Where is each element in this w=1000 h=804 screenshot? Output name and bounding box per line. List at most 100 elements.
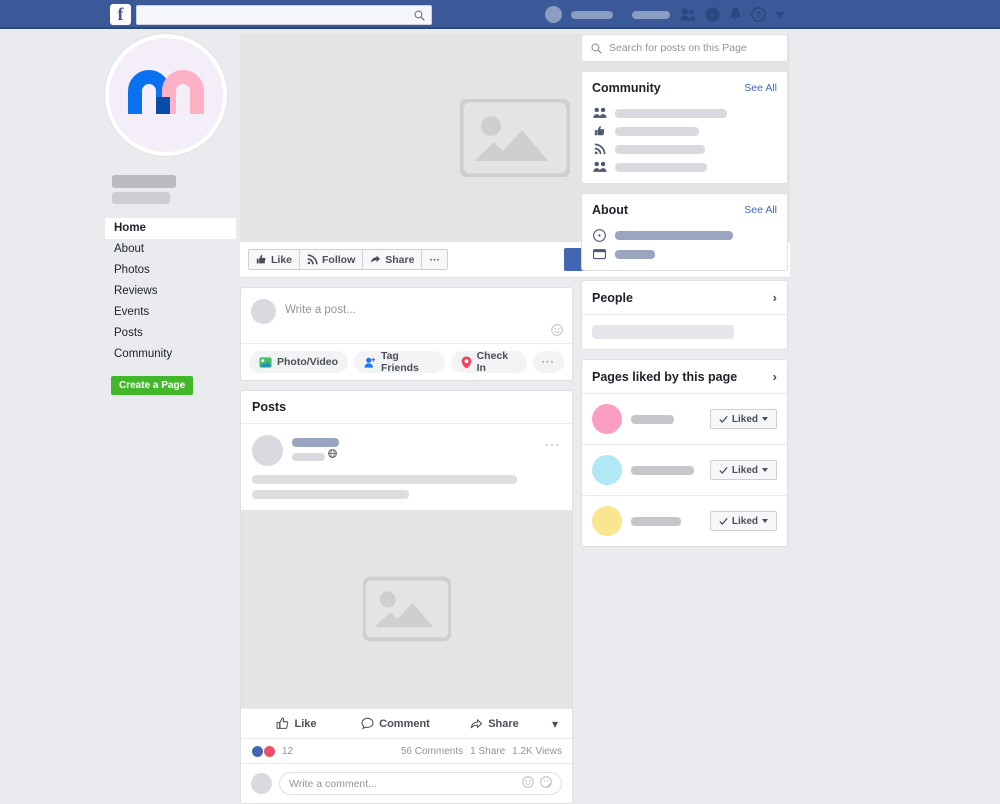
check-in-button[interactable]: Check In bbox=[450, 350, 527, 374]
search-posts-input[interactable]: Search for posts on this Page bbox=[581, 34, 788, 62]
composer-emoji-button[interactable] bbox=[241, 324, 572, 343]
like-page-button[interactable]: Like bbox=[248, 249, 301, 270]
emoji-icon bbox=[551, 324, 563, 336]
chevron-right-icon[interactable]: › bbox=[773, 369, 777, 384]
share-arrow-icon bbox=[470, 719, 483, 729]
sidebar-item-posts[interactable]: Posts bbox=[105, 323, 236, 344]
post-action-row: Like Comment Share ▾ bbox=[241, 708, 572, 738]
post-share-button[interactable]: Share bbox=[445, 717, 544, 730]
about-row-bar bbox=[615, 231, 733, 240]
post-timestamp-placeholder bbox=[292, 452, 325, 461]
page-action-group: Like Follow Share ··· bbox=[248, 249, 448, 270]
tag-friends-button[interactable]: Tag Friends bbox=[354, 350, 445, 374]
post-share-label: Share bbox=[488, 717, 519, 730]
create-a-page-button[interactable]: Create a Page bbox=[111, 376, 194, 395]
liked-page-avatar[interactable] bbox=[592, 455, 622, 485]
sidebar-item-events[interactable]: Events bbox=[105, 302, 236, 323]
thumbs-up-icon bbox=[592, 125, 607, 137]
post-reactions[interactable]: 12 bbox=[251, 744, 293, 758]
page-profile-picture[interactable] bbox=[105, 34, 227, 156]
liked-label: Liked bbox=[731, 413, 758, 425]
photo-video-button[interactable]: Photo/Video bbox=[249, 351, 349, 373]
pages-liked-card: Pages liked by this page › Liked Liked L… bbox=[581, 359, 788, 547]
about-card-header: About See All bbox=[582, 194, 787, 226]
posts-card: Posts ··· Like Comment Share ▾ 12 56 Com… bbox=[240, 390, 573, 804]
composer-input[interactable]: Write a post... bbox=[285, 299, 356, 324]
notifications-icon[interactable] bbox=[729, 7, 742, 22]
sidebar-item-reviews[interactable]: Reviews bbox=[105, 281, 236, 302]
comment-bubble-icon bbox=[361, 717, 374, 730]
chevron-right-icon[interactable]: › bbox=[773, 290, 777, 305]
like-page-label: Like bbox=[271, 253, 293, 266]
post-stats-row: 12 56 Comments 1 Share 1.2K Views bbox=[241, 738, 572, 763]
liked-page-avatar[interactable] bbox=[592, 506, 622, 536]
messenger-icon[interactable] bbox=[705, 7, 720, 22]
emoji-icon[interactable] bbox=[522, 776, 534, 791]
post-item: ··· Like Comment Share ▾ 12 56 Comments … bbox=[241, 423, 572, 803]
people-card-body bbox=[582, 314, 787, 349]
post-time-row bbox=[292, 447, 339, 461]
page-icon bbox=[592, 248, 607, 260]
search-posts-placeholder: Search for posts on this Page bbox=[609, 42, 747, 54]
post-menu-button[interactable]: ··· bbox=[545, 437, 562, 451]
rss-icon bbox=[307, 254, 318, 265]
account-name-placeholder bbox=[571, 10, 613, 19]
about-row-bar bbox=[615, 249, 655, 259]
sidebar-item-home[interactable]: Home bbox=[105, 218, 236, 239]
post-comments-count[interactable]: 56 Comments bbox=[401, 746, 463, 757]
post-author-name-placeholder bbox=[292, 438, 339, 447]
image-placeholder-icon bbox=[460, 99, 570, 177]
post-stat-counts: 56 Comments 1 Share 1.2K Views bbox=[401, 746, 562, 757]
post-comment-label: Comment bbox=[379, 717, 430, 730]
check-icon bbox=[719, 415, 728, 423]
comment-composer-row: Write a comment... bbox=[241, 763, 572, 803]
page-category-placeholder bbox=[112, 192, 170, 204]
composer-top-row: Write a post... bbox=[241, 288, 572, 324]
composer-more-button[interactable]: ··· bbox=[532, 351, 564, 373]
post-author-meta bbox=[292, 435, 339, 466]
sidebar-item-photos[interactable]: Photos bbox=[105, 260, 236, 281]
pages-liked-card-header[interactable]: Pages liked by this page › bbox=[582, 360, 787, 393]
sticker-icon[interactable] bbox=[540, 776, 552, 791]
account-avatar[interactable] bbox=[545, 6, 562, 23]
facebook-logo[interactable]: f bbox=[110, 4, 131, 25]
right-sidebar: Search for posts on this Page Community … bbox=[581, 34, 788, 547]
account-menu-caret[interactable] bbox=[775, 11, 785, 18]
liked-page-avatar[interactable] bbox=[592, 404, 622, 434]
post-image[interactable] bbox=[241, 510, 572, 708]
liked-toggle-button[interactable]: Liked bbox=[709, 409, 777, 429]
community-see-all-link[interactable]: See All bbox=[744, 82, 777, 94]
follow-page-button[interactable]: Follow bbox=[300, 249, 364, 270]
photo-video-label: Photo/Video bbox=[277, 356, 339, 368]
chevron-down-icon bbox=[762, 468, 768, 472]
post-shares-count[interactable]: 1 Share bbox=[470, 746, 505, 757]
liked-toggle-button[interactable]: Liked bbox=[709, 511, 777, 531]
post-author-avatar[interactable] bbox=[252, 435, 283, 466]
post-like-button[interactable]: Like bbox=[247, 717, 346, 730]
post-actions-dropdown-caret[interactable]: ▾ bbox=[544, 717, 566, 731]
tag-friends-label: Tag Friends bbox=[380, 350, 419, 374]
post-comment-button[interactable]: Comment bbox=[346, 717, 445, 730]
comment-input[interactable]: Write a comment... bbox=[279, 772, 562, 795]
sidebar-item-community[interactable]: Community bbox=[105, 344, 236, 365]
people-card-header[interactable]: People › bbox=[582, 281, 787, 314]
tag-friends-icon bbox=[364, 357, 376, 368]
sidebar-item-about[interactable]: About bbox=[105, 239, 236, 260]
comment-avatar bbox=[251, 773, 272, 794]
global-search-input[interactable] bbox=[136, 5, 432, 25]
share-page-button[interactable]: Share bbox=[363, 249, 423, 270]
about-see-all-link[interactable]: See All bbox=[744, 204, 777, 216]
liked-toggle-button[interactable]: Liked bbox=[709, 460, 777, 480]
page-more-menu-button[interactable]: ··· bbox=[422, 249, 448, 270]
friends-icon[interactable] bbox=[679, 7, 696, 22]
share-arrow-icon bbox=[371, 255, 381, 263]
center-column: Like Follow Share ··· Learn More Send Me… bbox=[240, 34, 790, 804]
messenger-icon bbox=[592, 229, 607, 242]
help-icon[interactable]: ? bbox=[751, 7, 766, 22]
thumbs-up-icon bbox=[277, 717, 289, 729]
chevron-down-icon bbox=[762, 519, 768, 523]
check-in-label: Check In bbox=[476, 350, 509, 374]
secondary-link-placeholder[interactable] bbox=[632, 10, 670, 19]
about-card: About See All bbox=[581, 193, 788, 271]
svg-text:?: ? bbox=[756, 10, 762, 20]
